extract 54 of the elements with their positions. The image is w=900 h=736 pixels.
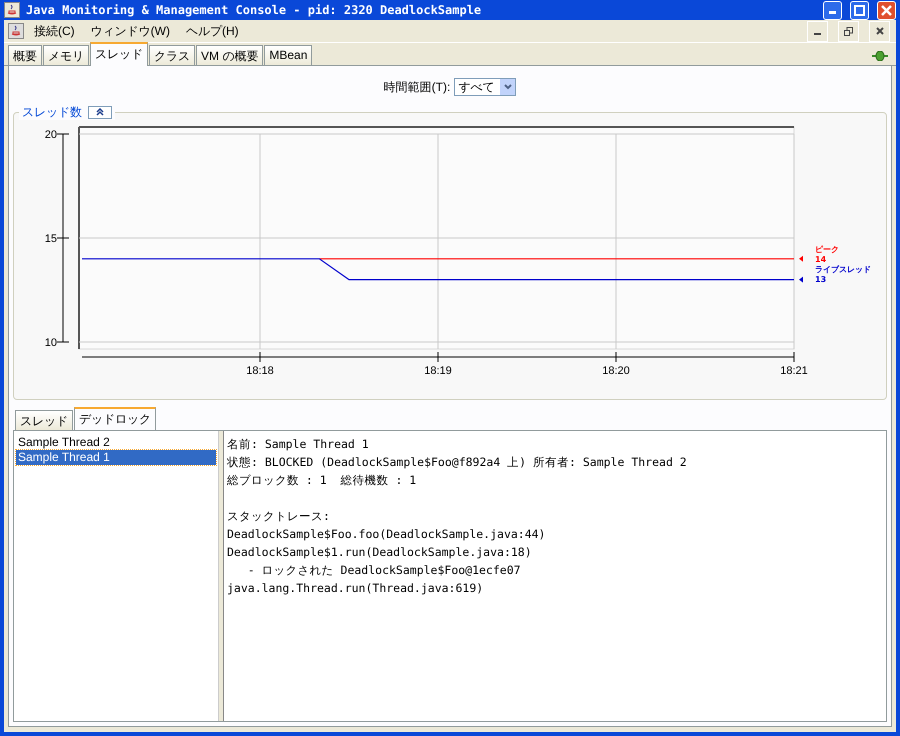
x-tick-label: 18:18 [246,365,274,377]
tab[interactable]: メモリ [43,45,89,65]
x-tick-label: 18:21 [780,365,808,377]
tab[interactable]: 概要 [8,45,42,65]
plug-icon [872,51,888,61]
legend-value: 13 [815,275,826,284]
time-range-label: 時間範囲(T): [384,78,450,96]
tab[interactable]: VM の概要 [196,45,264,65]
close-button[interactable] [877,0,896,20]
thread-list-item[interactable]: Sample Thread 2 [16,435,216,450]
stack-frame: DeadlockSample$Foo.foo(DeadlockSample.java:44) [227,525,883,543]
java-icon [4,2,20,18]
marker-icon [799,256,803,262]
restore-button[interactable] [838,20,859,42]
maximize-icon [854,4,865,16]
detail-line: 総ブロック数 : 1 総待機数 : 1 [227,472,418,489]
menu-item[interactable]: ヘルプ(H) [180,22,245,40]
stack-frame: java.lang.Thread.run(Thread.java:619) [227,579,883,597]
legend-label: ライブスレッド [815,265,871,274]
maximize-button[interactable] [850,0,869,20]
legend-value: 14 [815,255,826,264]
close-icon [876,27,884,35]
tab[interactable]: スレッド [90,42,148,66]
minimize-button[interactable] [823,0,842,20]
java-icon[interactable] [8,23,24,39]
detail-line: 状態: BLOCKED (DeadlockSample$Foo@f892a4 上) 所有者: Sample Thread 2 [227,454,688,471]
menu-item[interactable]: 接続(C) [28,22,81,40]
window-title: Java Monitoring & Management Console - pid: 2320 DeadlockSample [26,3,482,17]
chevron-down-icon [504,84,512,90]
x-tick-label: 18:20 [602,365,630,377]
legend-label: ピーク [815,245,839,254]
menu-item[interactable]: ウィンドウ(W) [84,22,176,40]
tab[interactable]: クラス [149,45,195,65]
marker-icon [799,276,803,283]
collapse-icon [96,108,104,116]
x-tick-label: 18:19 [424,365,452,377]
close-button[interactable] [869,20,890,42]
restore-icon [844,26,853,36]
stack-frame: - ロックされた DeadlockSample$Foo@1ecfe07 [227,561,883,579]
panel-title: スレッド数 [22,104,82,120]
stack-frame: DeadlockSample$1.run(DeadlockSample.java:18) [227,543,883,561]
time-range-dropdown[interactable]: すべて [454,78,516,96]
y-tick-label: 10 [44,337,57,349]
y-tick-label: 15 [44,233,57,245]
tab[interactable]: デッドロック [74,407,156,431]
close-icon [881,4,892,16]
tab[interactable]: MBean [264,45,312,65]
stack-trace-title: スタックトレース: [227,508,331,525]
detail-line: 名前: Sample Thread 1 [227,436,370,453]
tab[interactable]: スレッド [15,410,73,430]
thread-list-item[interactable]: Sample Thread 1 [16,450,216,465]
y-tick-label: 20 [44,129,57,141]
collapse-button[interactable] [88,106,112,118]
minimize-button[interactable] [807,20,828,42]
